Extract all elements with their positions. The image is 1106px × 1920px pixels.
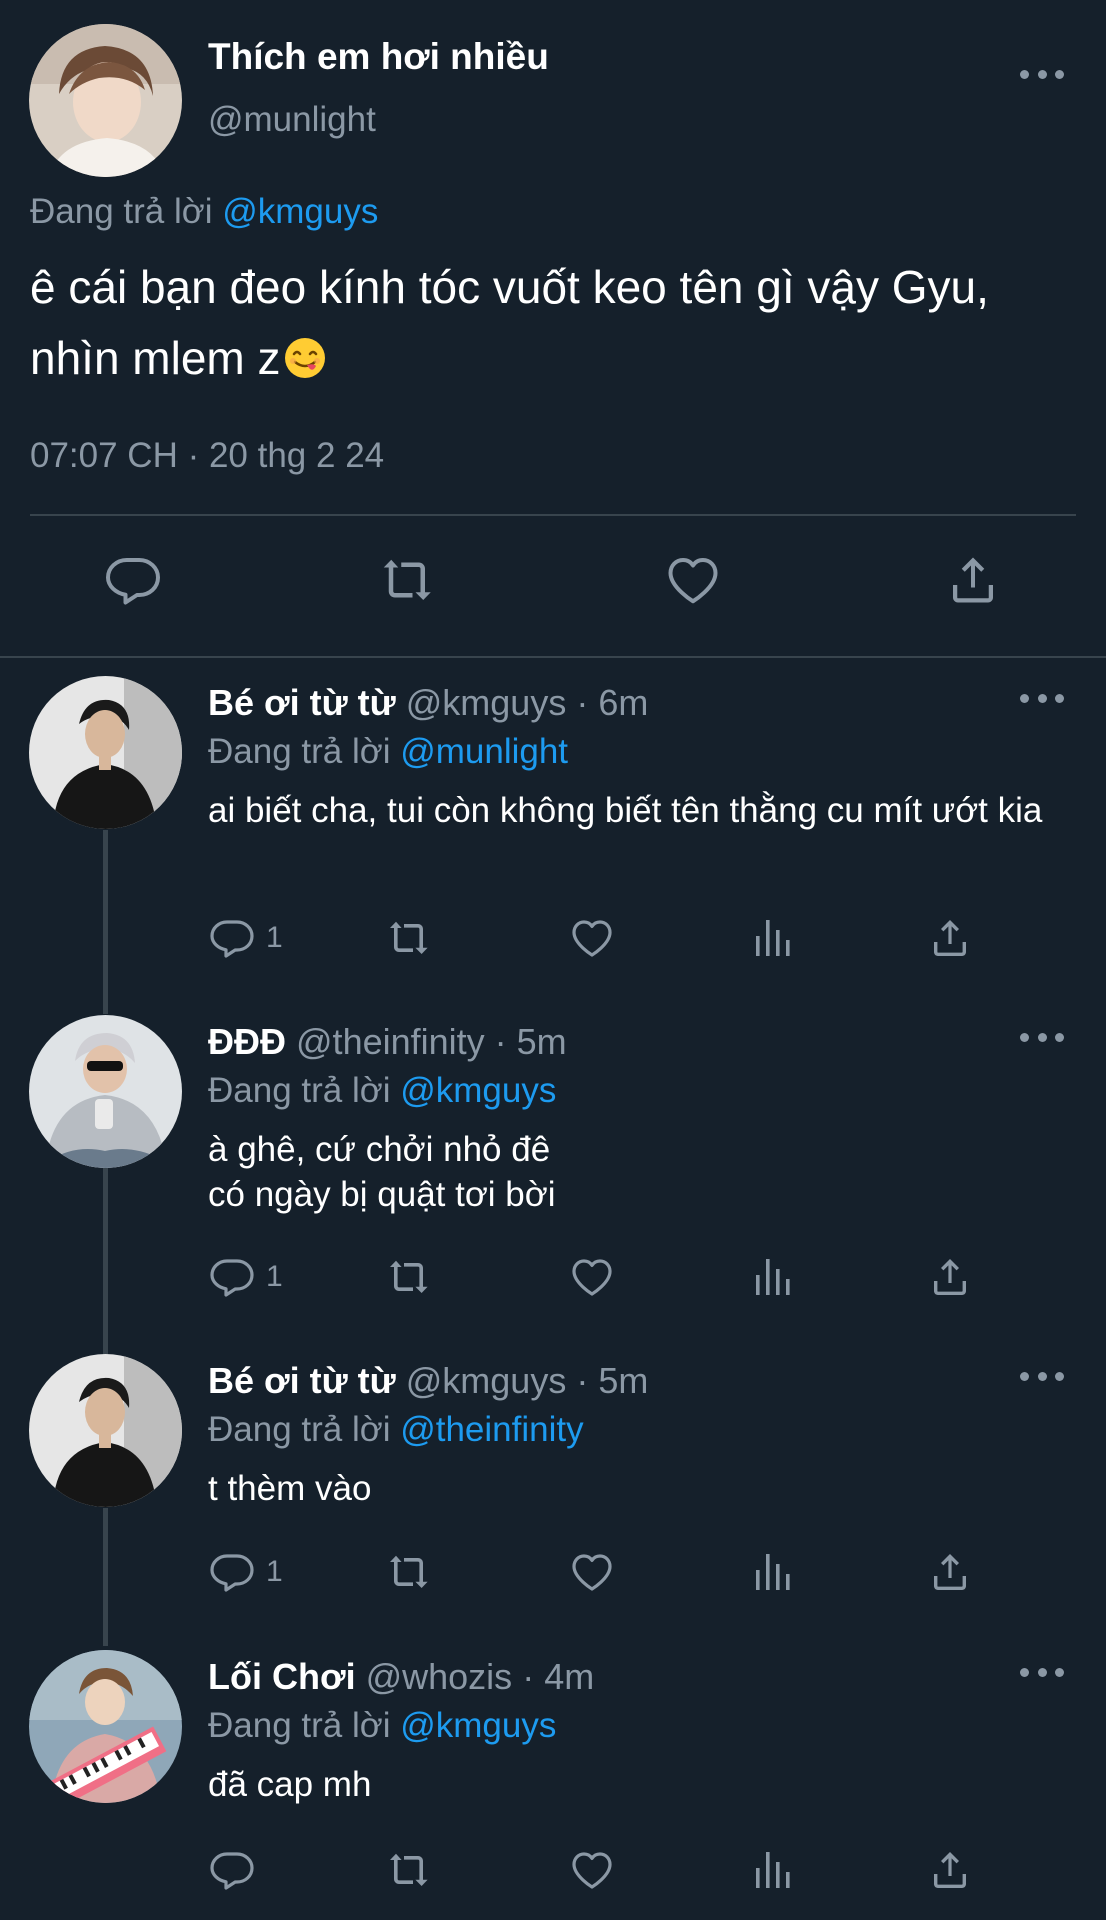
reply-count: 1 [266,921,283,954]
display-name[interactable]: Bé ơi từ từ [208,682,396,723]
like-icon[interactable] [663,550,723,610]
reply-text: t thèm vào [208,1469,372,1508]
display-name[interactable]: ĐĐĐ [208,1021,286,1062]
reply-tweet[interactable]: Bé ơi từ từ @kmguys · 5m Đang trả lời @t… [0,1338,1106,1634]
tweet-text: ê cái bạn đeo kính tóc vuốt keo tên gì v… [30,252,1080,394]
reply-text: đã cap mh [208,1765,372,1804]
replying-to: Đang trả lời @munlight [208,732,568,772]
retweet-icon[interactable] [387,1249,435,1305]
reply-text: ai biết cha, tui còn không biết tên thằn… [208,791,1043,830]
reply-action-bar: 1 [0,910,1106,970]
replying-to: Đang trả lời @theinfinity [208,1410,584,1450]
reply-icon[interactable]: 1 [208,910,283,966]
share-icon[interactable] [943,550,1003,610]
reply-icon[interactable] [208,1842,266,1898]
replying-prefix: Đang trả lời [208,1071,391,1110]
tweet-text-content: ê cái bạn đeo kính tóc vuốt keo tên gì v… [30,261,989,384]
user-handle[interactable]: @kmguys [406,682,567,723]
reply-header: ĐĐĐ @theinfinity · 5m [208,1021,567,1063]
like-icon[interactable] [568,1842,616,1898]
user-handle[interactable]: @munlight [208,100,376,140]
display-name[interactable]: Thích em hơi nhiều [208,36,549,78]
analytics-icon[interactable] [748,910,796,966]
share-icon[interactable] [926,1544,974,1600]
analytics-icon[interactable] [748,1842,796,1898]
replying-prefix: Đang trả lời [208,1706,391,1745]
retweet-icon[interactable] [387,1544,435,1600]
main-tweet: Thích em hơi nhiều @munlight Đang trả lờ… [0,0,1106,656]
tweet-detail-page: Thích em hơi nhiều @munlight Đang trả lờ… [0,0,1106,1920]
replying-prefix: Đang trả lời [208,732,391,771]
more-options-icon[interactable] [1020,1366,1064,1386]
retweet-icon[interactable] [387,1842,435,1898]
replying-to-link[interactable]: @theinfinity [400,1410,583,1449]
reply-text-line: à ghê, cứ chởi nhỏ đê [208,1130,551,1169]
like-icon[interactable] [568,1544,616,1600]
reply-header: Bé ơi từ từ @kmguys · 6m [208,682,648,724]
user-handle[interactable]: @kmguys [406,1360,567,1401]
share-icon[interactable] [926,1842,974,1898]
replying-to: Đang trả lời @kmguys [30,192,378,232]
reply-text: à ghê, cứ chởi nhỏ đê có ngày bị quật tơ… [208,1127,1068,1217]
more-options-icon[interactable] [1020,64,1064,84]
display-name[interactable]: Lối Chơi [208,1656,356,1697]
user-handle[interactable]: @whozis [366,1656,513,1697]
user-handle[interactable]: @theinfinity [296,1021,485,1062]
reply-tweet[interactable]: ĐĐĐ @theinfinity · 5m Đang trả lời @kmgu… [0,999,1106,1339]
replying-to-link[interactable]: @kmguys [400,1706,556,1745]
retweet-icon[interactable] [380,550,440,610]
section-divider [0,656,1106,658]
divider [30,514,1076,516]
reply-icon[interactable]: 1 [208,1249,283,1305]
like-icon[interactable] [568,1249,616,1305]
replying-to-link[interactable]: @munlight [400,732,568,771]
reply-time: · 5m [576,1360,649,1401]
reply-tweet[interactable]: Bé ơi từ từ @kmguys · 6m Đang trả lời @m… [0,660,1106,1000]
replying-prefix: Đang trả lời [208,1410,391,1449]
reply-time: · 6m [576,682,649,723]
share-icon[interactable] [926,910,974,966]
analytics-icon[interactable] [748,1249,796,1305]
reply-count: 1 [266,1555,283,1588]
reply-time: · 4m [522,1656,595,1697]
retweet-icon[interactable] [387,910,435,966]
reply-action-bar [0,1842,1106,1902]
like-icon[interactable] [568,910,616,966]
avatar[interactable] [29,676,182,829]
avatar[interactable] [29,24,182,177]
avatar[interactable] [29,1015,182,1168]
reply-icon[interactable] [103,550,163,610]
avatar[interactable] [29,1354,182,1507]
more-options-icon[interactable] [1020,688,1064,708]
reply-count: 1 [266,1260,283,1293]
reply-icon[interactable]: 1 [208,1544,283,1600]
replying-to-link[interactable]: @kmguys [222,192,378,231]
tweet-timestamp: 07:07 CH · 20 thg 2 24 [30,436,385,475]
more-options-icon[interactable] [1020,1662,1064,1682]
avatar[interactable] [29,1650,182,1803]
replying-to: Đang trả lời @kmguys [208,1706,556,1746]
tweet-action-bar [0,550,1106,622]
reply-tweet[interactable]: Lối Chơi @whozis · 4m Đang trả lời @kmgu… [0,1634,1106,1920]
more-options-icon[interactable] [1020,1027,1064,1047]
reply-time: · 5m [494,1021,567,1062]
reply-text-line: có ngày bị quật tơi bời [208,1175,556,1214]
replying-to-link[interactable]: @kmguys [400,1071,556,1110]
face-savoring-food-emoji [284,338,325,378]
analytics-icon[interactable] [748,1544,796,1600]
reply-action-bar: 1 [0,1544,1106,1604]
replying-to: Đang trả lời @kmguys [208,1071,556,1111]
reply-header: Lối Chơi @whozis · 4m [208,1656,594,1698]
reply-action-bar: 1 [0,1249,1106,1309]
reply-header: Bé ơi từ từ @kmguys · 5m [208,1360,648,1402]
replying-prefix: Đang trả lời [30,192,213,231]
display-name[interactable]: Bé ơi từ từ [208,1360,396,1401]
share-icon[interactable] [926,1249,974,1305]
